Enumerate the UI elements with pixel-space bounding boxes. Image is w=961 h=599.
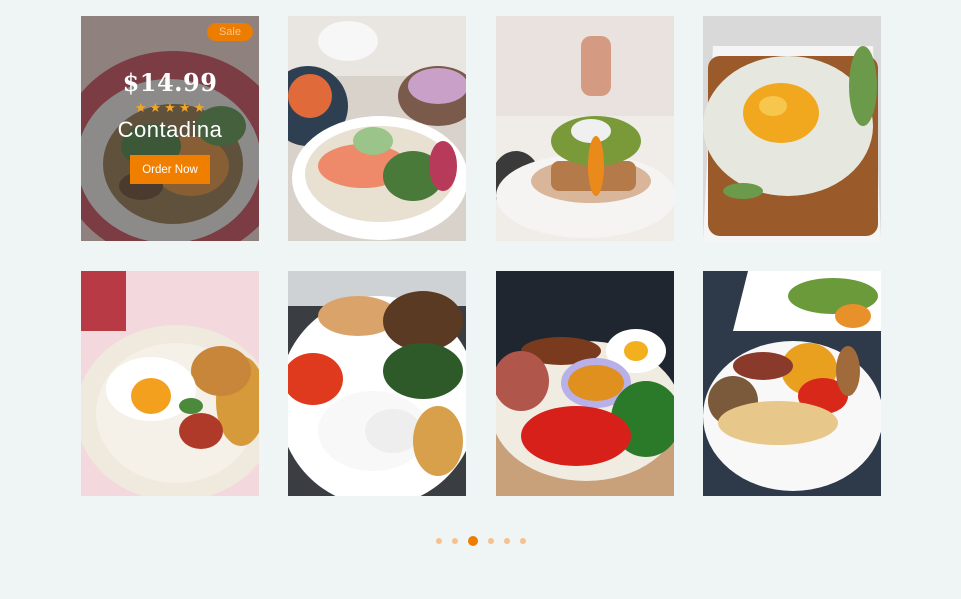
food-image <box>288 271 467 496</box>
price-label: $14.99 <box>122 68 218 97</box>
food-image <box>81 271 259 496</box>
star-icon: ★ <box>193 100 206 115</box>
pagination-dot[interactable] <box>436 538 442 544</box>
pagination-dot[interactable] <box>520 538 526 544</box>
food-image <box>288 16 467 241</box>
pagination-dot[interactable] <box>452 538 458 544</box>
star-icon: ★ <box>178 100 191 115</box>
promo-overlay: Sale $14.99 ★ ★ ★ ★ ★ Contadina Order No… <box>81 16 259 241</box>
gallery-item[interactable] <box>495 271 674 496</box>
food-gallery: Sale $14.99 ★ ★ ★ ★ ★ Contadina Order No… <box>81 16 881 496</box>
gallery-item[interactable] <box>702 16 881 241</box>
gallery-item[interactable] <box>702 271 881 496</box>
sale-badge: Sale <box>206 23 253 41</box>
carousel-pagination <box>436 536 526 546</box>
rating-stars: ★ ★ ★ ★ ★ <box>135 101 205 114</box>
order-now-button[interactable]: Order Now <box>130 155 210 184</box>
food-image <box>495 16 674 241</box>
gallery-item[interactable] <box>495 16 674 241</box>
food-image <box>702 271 881 496</box>
gallery-item[interactable] <box>288 16 467 241</box>
pagination-dot[interactable] <box>488 538 494 544</box>
gallery-item[interactable] <box>81 271 259 496</box>
star-icon: ★ <box>149 100 162 115</box>
gallery-item[interactable] <box>288 271 467 496</box>
pagination-dot-active[interactable] <box>468 536 478 546</box>
star-icon: ★ <box>164 100 176 115</box>
gallery-item-featured[interactable]: Sale $14.99 ★ ★ ★ ★ ★ Contadina Order No… <box>81 16 259 241</box>
food-image <box>702 16 881 241</box>
pagination-dot[interactable] <box>504 538 510 544</box>
food-image <box>495 271 674 496</box>
dish-name: Contadina <box>117 117 223 142</box>
star-icon: ★ <box>134 100 147 115</box>
